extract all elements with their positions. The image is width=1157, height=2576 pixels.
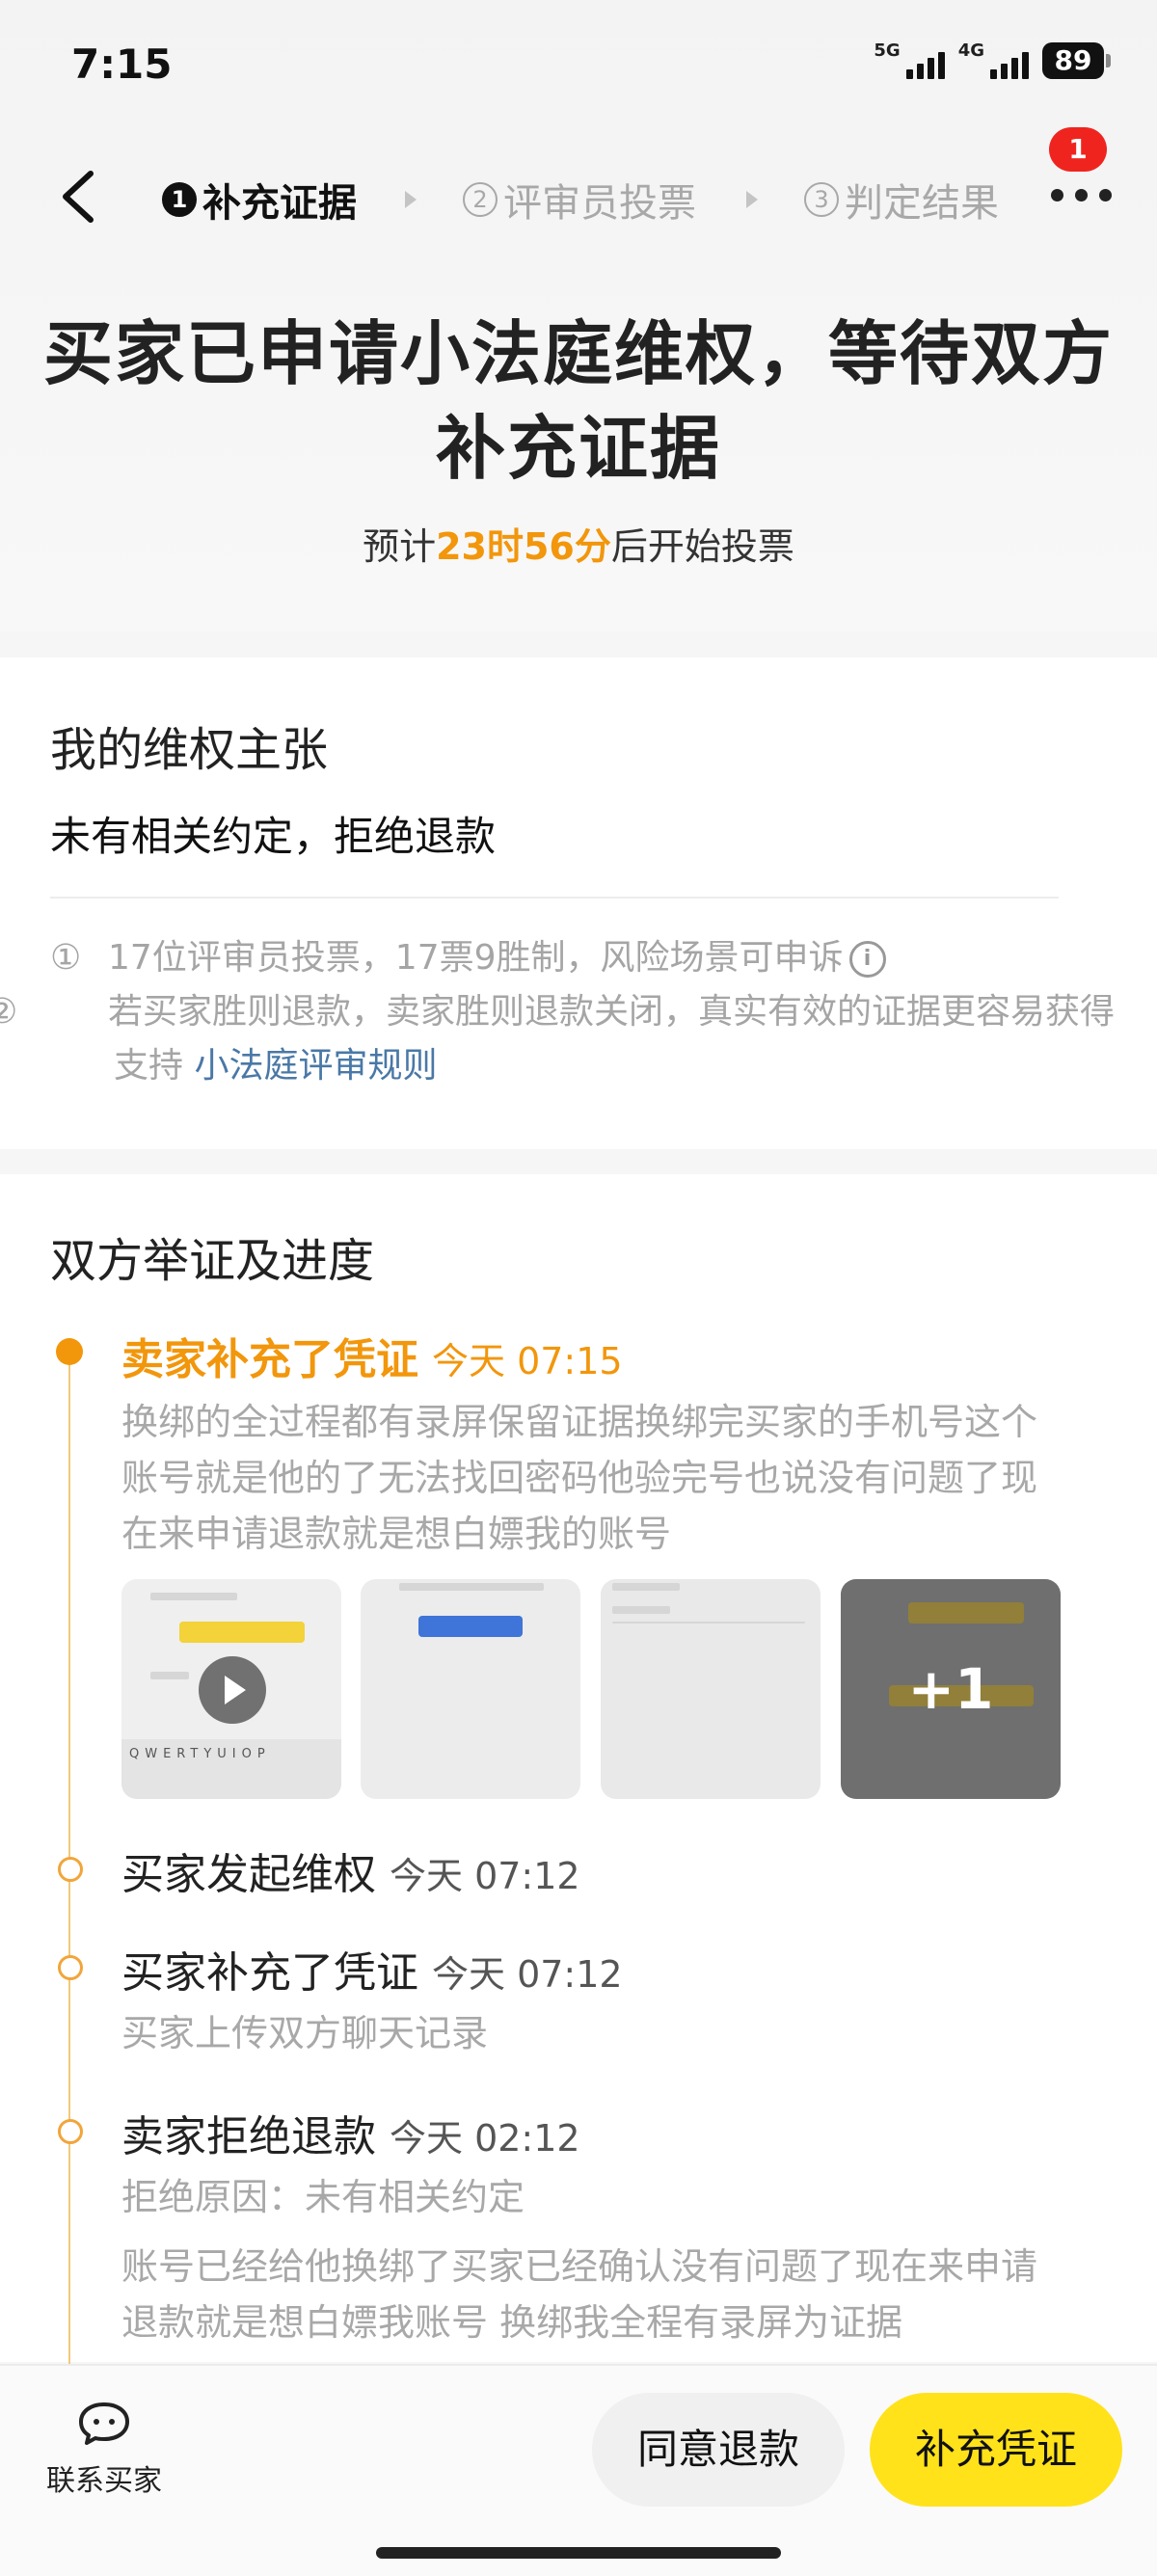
notification-badge: 1	[1049, 127, 1107, 172]
timeline-dot	[58, 1857, 83, 1882]
countdown-prefix: 预计	[363, 525, 437, 568]
event-time: 今天 02:12	[390, 2117, 580, 2160]
rule-item: ② 若买家胜则退款，卖家胜则退款关闭，真实有效的证据更容易获得支持 小法庭评审规则	[0, 985, 1136, 1093]
event-text: 买家上传双方聊天记录	[121, 2012, 489, 2054]
signal-4g-icon: 4G	[958, 42, 1029, 79]
info-icon[interactable]: i	[848, 941, 886, 978]
step-number: 2	[463, 182, 498, 217]
claim-text: 未有相关约定，拒绝退款	[50, 813, 497, 860]
status-time: 7:15	[71, 40, 173, 88]
claim-card: 我的维权主张 未有相关约定，拒绝退款 ① 17位评审员投票，17票9胜制，风险场景…	[0, 657, 1157, 1149]
event-time: 今天 07:15	[432, 1340, 623, 1382]
progress-heading: 双方举证及进度	[50, 1234, 375, 1288]
step-nav: 1 补充证据 2 评审员投票 3 判定结果	[0, 154, 1157, 231]
refusal-reason: 拒绝原因：未有相关约定	[121, 2176, 525, 2218]
timeline-dot	[58, 2119, 83, 2144]
event-name: 卖家补充了凭证	[121, 1335, 418, 1384]
home-indicator	[376, 2547, 781, 2559]
countdown-time: 23时56分	[436, 525, 611, 568]
contact-buyer-button[interactable]: 联系买家	[46, 2399, 162, 2499]
step-number: 3	[804, 182, 839, 217]
event-title: 卖家拒绝退款 今天 02:12	[121, 2102, 580, 2163]
keyboard-preview: QWERTYUIOP	[121, 1739, 341, 1799]
battery-icon: 89	[1042, 42, 1111, 79]
progress-card: 双方举证及进度 卖家补充了凭证 今天 07:15 换绑的全过程都有录屏保留证据换绑…	[0, 1174, 1157, 2374]
more-images-count: +1	[841, 1579, 1061, 1799]
contact-buyer-label: 联系买家	[46, 2464, 162, 2498]
more-menu-icon[interactable]	[1051, 189, 1112, 201]
event-title: 买家补充了凭证 今天 07:12	[121, 1938, 623, 1999]
timeline-dot	[58, 1955, 83, 1980]
event-time: 今天 07:12	[432, 1953, 623, 1996]
timeline-dot-active	[56, 1338, 83, 1365]
divider	[50, 897, 1059, 899]
signal-label: 4G	[957, 40, 984, 61]
supplement-evidence-button[interactable]: 补充凭证	[870, 2393, 1122, 2507]
step-label: 补充证据	[202, 181, 357, 226]
agree-refund-button[interactable]: 同意退款	[592, 2393, 845, 2507]
event-text: 账号已经给他换绑了买家已经确认没有问题了现在来申请退款就是想白嫖我账号 换绑我全…	[121, 2245, 1038, 2344]
step-1: 1 补充证据	[162, 172, 357, 228]
play-icon[interactable]	[199, 1656, 266, 1724]
bottom-action-bar: 联系买家 同意退款 补充凭证	[0, 2364, 1157, 2576]
step-3: 3 判定结果	[804, 172, 999, 228]
vote-countdown: 预计23时56分后开始投票	[0, 517, 1157, 570]
step-number: 1	[162, 182, 197, 217]
back-arrow-icon[interactable]	[56, 168, 102, 226]
chat-icon	[79, 2402, 129, 2445]
event-name: 买家发起维权	[121, 1850, 376, 1899]
event-time: 今天 07:12	[390, 1855, 580, 1897]
evidence-more-thumbnail[interactable]: +1	[841, 1579, 1061, 1799]
evidence-image-thumbnail[interactable]	[601, 1579, 821, 1799]
event-text: 换绑的全过程都有录屏保留证据换绑完买家的手机号这个账号就是他的了无法找回密码他验…	[121, 1401, 1038, 1555]
rule-text: 17位评审员投票，17票9胜制，风险场景可申诉	[108, 938, 844, 978]
event-title: 买家发起维权 今天 07:12	[121, 1839, 580, 1901]
status-icons: 5G 4G 89	[874, 42, 1111, 79]
rule-index: ①	[50, 938, 82, 978]
event-title: 卖家补充了凭证 今天 07:15	[121, 1325, 623, 1386]
signal-5g-icon: 5G	[874, 42, 945, 79]
event-name: 买家补充了凭证	[121, 1948, 418, 1998]
claim-heading: 我的维权主张	[50, 723, 329, 777]
top-section: 7:15 5G 4G 89 1 补充证据 2 评审员投票 3 判定结果 1 买家…	[0, 0, 1157, 631]
signal-label: 5G	[874, 40, 901, 61]
evidence-image-thumbnail[interactable]	[361, 1579, 580, 1799]
battery-level: 89	[1042, 42, 1104, 79]
step-2: 2 评审员投票	[463, 172, 696, 228]
chevron-right-icon	[405, 191, 417, 208]
rule-item: ① 17位评审员投票，17票9胜制，风险场景可申诉 i	[50, 931, 1072, 985]
evidence-video-thumbnail[interactable]: QWERTYUIOP	[121, 1579, 341, 1799]
chevron-right-icon	[746, 191, 758, 208]
event-name: 卖家拒绝退款	[121, 2112, 376, 2161]
step-label: 判定结果	[845, 181, 999, 226]
countdown-suffix: 后开始投票	[610, 525, 794, 568]
rule-index: ②	[0, 992, 18, 1032]
step-label: 评审员投票	[503, 181, 696, 226]
page-title: 买家已申请小法庭维权，等待双方补充证据	[42, 313, 1114, 489]
court-rules-link[interactable]: 小法庭评审规则	[194, 1046, 437, 1086]
